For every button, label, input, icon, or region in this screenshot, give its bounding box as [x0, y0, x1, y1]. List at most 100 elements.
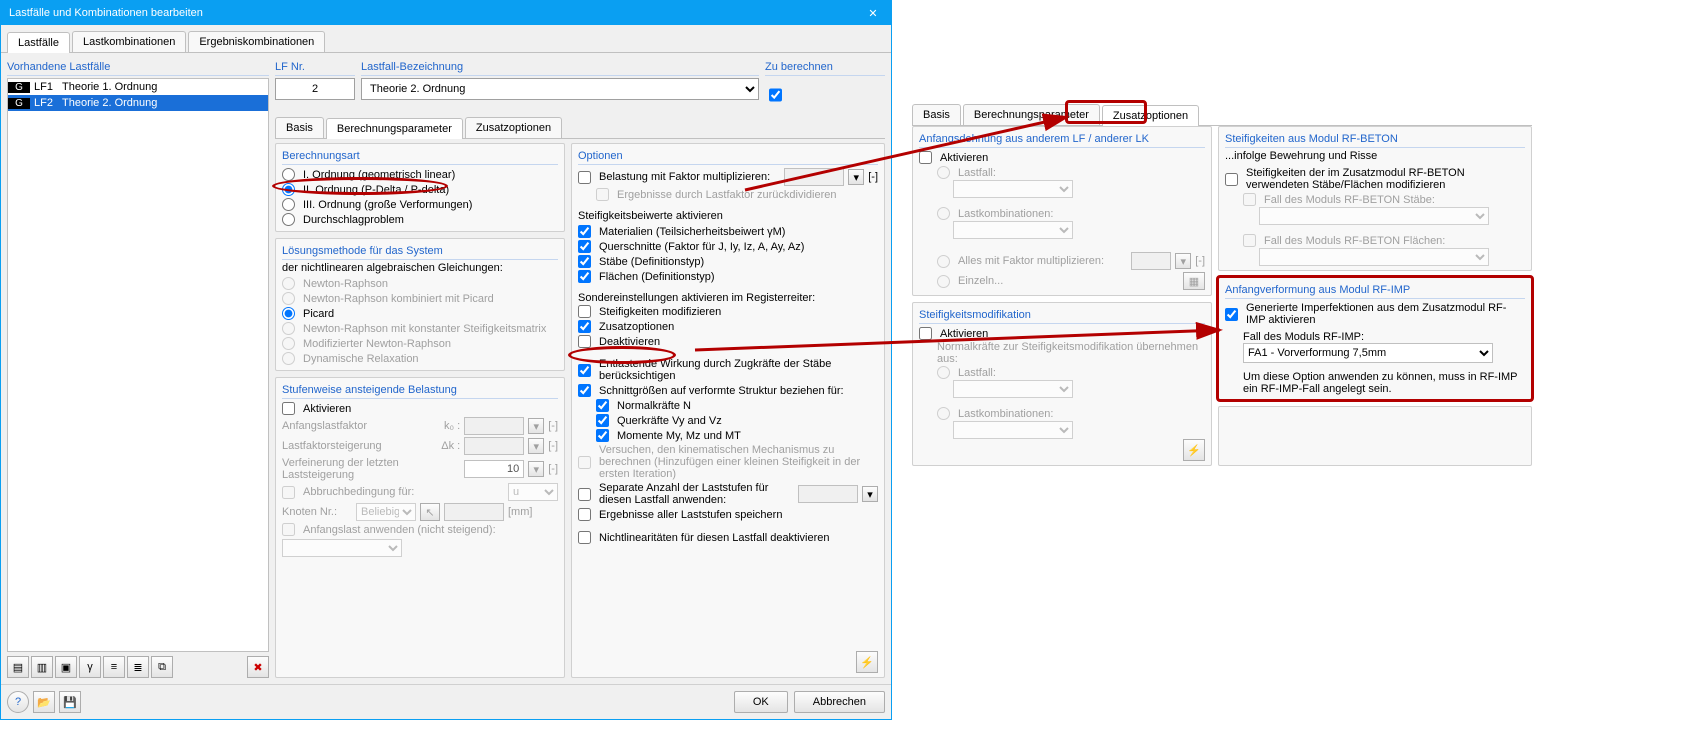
radio-dyn-relax: Dynamische Relaxation [282, 351, 558, 366]
step-header: Stufenweise ansteigende Belastung [282, 382, 558, 399]
faktor-input [784, 168, 844, 186]
cb-abbruch: Abbruchbedingung für:u [282, 482, 558, 502]
spinner-icon: ▾ [848, 169, 864, 185]
lc-tag-1: G [8, 82, 30, 93]
cb-faktor-mult[interactable]: Belastung mit Faktor multiplizieren:▾[-] [578, 167, 878, 187]
cb-momente[interactable]: Momente My, Mz und MT [578, 428, 878, 443]
calcart-header: Berechnungsart [282, 148, 558, 165]
cb-beton-mod[interactable]: Steifigkeiten der im Zusatzmodul RF-BETO… [1225, 166, 1525, 192]
cb-imp-akt[interactable]: Generierte Imperfektionen aus dem Zusatz… [1225, 301, 1525, 327]
spinner-icon: ▾ [528, 461, 544, 477]
cb-deaktivieren[interactable]: Deaktivieren [578, 334, 878, 349]
help-icon[interactable]: ? [7, 691, 29, 713]
lightning-icon[interactable]: ⚡ [1183, 439, 1205, 461]
lfnr-input[interactable] [275, 78, 355, 100]
cb-normalkraefte[interactable]: Normalkräfte N [578, 398, 878, 413]
imp-note: Um diese Option anwenden zu können, muss… [1225, 371, 1525, 395]
cb-anf-akt[interactable]: Aktivieren [919, 150, 1205, 165]
cancel-button[interactable]: Abbrechen [794, 691, 885, 713]
cb-querkraefte[interactable]: Querkräfte Vy and Vz [578, 413, 878, 428]
tb-list1-icon[interactable]: ≡ [103, 656, 125, 678]
step-f2-input [464, 437, 524, 455]
cb-sm-akt[interactable]: Aktivieren [919, 326, 1205, 341]
lc-num-1: LF1 [32, 81, 62, 93]
step-f3-label: Verfeinerung der letzten Laststeigerung [282, 457, 460, 481]
tb-list2-icon[interactable]: ≣ [127, 656, 149, 678]
radio-ordnung3[interactable]: III. Ordnung (große Verformungen) [282, 197, 558, 212]
cb-entlastend[interactable]: Entlastende Wirkung durch Zugkräfte der … [578, 357, 878, 383]
pick-icon: ↖ [420, 503, 440, 521]
zusatzoptionen-panel: Basis Berechnungsparameter Zusatzoptione… [912, 100, 1532, 720]
lc-name-2: Theorie 2. Ordnung [62, 97, 157, 109]
sm-header: Steifigkeitsmodifikation [919, 307, 1205, 324]
step-f1-label: Anfangslastfaktor [282, 420, 440, 432]
subtab-zusatzoptionen[interactable]: Zusatzoptionen [465, 117, 562, 138]
zp-tab-basis[interactable]: Basis [912, 104, 961, 125]
tb-gamma-icon[interactable]: γ [79, 656, 101, 678]
cb-mat[interactable]: Materialien (Teilsicherheitsbeiwert γM) [578, 224, 878, 239]
cb-separate-laststufen[interactable]: Separate Anzahl der Laststufen für diese… [578, 481, 878, 507]
cb-steif-mod[interactable]: Steifigkeiten modifizieren [578, 304, 878, 319]
anf-lk-select [953, 221, 1073, 239]
bez-select[interactable]: Theorie 2. Ordnung [361, 78, 759, 100]
anfangslast-select [282, 539, 402, 557]
anf-lf-select [953, 180, 1073, 198]
laststufen-input [798, 485, 858, 503]
cb-querschnitte[interactable]: Querschnitte (Faktor für J, Iy, Iz, A, A… [578, 239, 878, 254]
tab-ergebniskombinationen[interactable]: Ergebniskombinationen [188, 31, 325, 52]
tab-lastkombinationen[interactable]: Lastkombinationen [72, 31, 186, 52]
panel-rfbeton: Steifigkeiten aus Modul RF-BETON ...info… [1218, 126, 1532, 271]
rb-anf-all: Alles mit Faktor multiplizieren:▾[-] [919, 251, 1205, 271]
tb-copy-icon[interactable]: ▣ [55, 656, 77, 678]
lc-name-1: Theorie 1. Ordnung [62, 81, 157, 93]
tb-list3-icon[interactable]: ⧉ [151, 656, 173, 678]
cb-zusatzoptionen[interactable]: Zusatzoptionen [578, 319, 878, 334]
save-icon[interactable]: 💾 [59, 691, 81, 713]
tab-lastfaelle[interactable]: Lastfälle [7, 32, 70, 53]
panel-berechnungsart: Berechnungsart I. Ordnung (geometrisch l… [275, 143, 565, 232]
imp-header: Anfangverformung aus Modul RF-IMP [1225, 282, 1525, 299]
spinner-icon: ▾ [528, 418, 544, 434]
lc-row-2[interactable]: G LF2 Theorie 2. Ordnung [8, 95, 268, 111]
lc-row-1[interactable]: G LF1 Theorie 1. Ordnung [8, 79, 268, 95]
titlebar: Lastfälle und Kombinationen bearbeiten ✕ [1, 1, 891, 25]
rb-anf-single: Einzeln...▦ [919, 271, 1205, 291]
tb-new-icon[interactable]: ▤ [7, 656, 29, 678]
stiff-header: Steifigkeitsbeiwerte aktivieren [578, 210, 878, 222]
main-tabs: Lastfälle Lastkombinationen Ergebniskomb… [1, 25, 891, 53]
subtab-berechnungsparameter[interactable]: Berechnungsparameter [326, 118, 463, 139]
lfnr-label: LF Nr. [275, 59, 355, 76]
radio-ordnung2[interactable]: II. Ordnung (P-Delta / P-delta) [282, 182, 558, 197]
subtab-basis[interactable]: Basis [275, 117, 324, 138]
radio-durchschlag[interactable]: Durchschlagproblem [282, 212, 558, 227]
cb-staebe[interactable]: Stäbe (Definitionstyp) [578, 254, 878, 269]
bez-label: Lastfall-Bezeichnung [361, 59, 759, 76]
tb-delete-icon[interactable]: ✖ [247, 656, 269, 678]
solve-header: Lösungsmethode für das System [282, 243, 558, 260]
ok-button[interactable]: OK [734, 691, 788, 713]
radio-picard[interactable]: Picard [282, 306, 558, 321]
radio-ordnung1[interactable]: I. Ordnung (geometrisch linear) [282, 167, 558, 182]
calc-checkbox[interactable] [769, 84, 782, 106]
tb-add-icon[interactable]: ▥ [31, 656, 53, 678]
lc-list[interactable]: G LF1 Theorie 1. Ordnung G LF2 Theorie 2… [7, 78, 269, 652]
cb-flaechen[interactable]: Flächen (Definitionstyp) [578, 269, 878, 284]
cb-schnitt-verformt[interactable]: Schnittgrößen auf verformte Struktur bez… [578, 383, 878, 398]
cb-nichtlin-deakt[interactable]: Nichtlinearitäten für diesen Lastfall de… [578, 530, 878, 545]
cb-step-activate[interactable]: Aktivieren [282, 401, 558, 416]
beton-sub: ...infolge Bewehrung und Risse [1225, 150, 1525, 162]
cb-anfangslast: Anfangslast anwenden (nicht steigend): [282, 522, 558, 537]
dialog-loadcases: Lastfälle und Kombinationen bearbeiten ✕… [0, 0, 892, 720]
zp-tab-berechnung[interactable]: Berechnungsparameter [963, 104, 1100, 125]
abbruch-select: u [508, 483, 558, 501]
opts-header: Optionen [578, 148, 878, 165]
open-icon[interactable]: 📂 [33, 691, 55, 713]
imp-select[interactable]: FA1 - Vorverformung 7,5mm [1243, 343, 1493, 363]
close-icon[interactable]: ✕ [863, 7, 883, 20]
sm-lf-select [953, 380, 1073, 398]
panel-anfangsdehnung: Anfangsdehnung aus anderem LF / anderer … [912, 126, 1212, 296]
lightning-icon[interactable]: ⚡ [856, 651, 878, 673]
zp-tab-zusatz[interactable]: Zusatzoptionen [1102, 105, 1199, 126]
step-f5-input [444, 503, 504, 521]
cb-ergebnisse-speichern[interactable]: Ergebnisse aller Laststufen speichern [578, 507, 878, 522]
